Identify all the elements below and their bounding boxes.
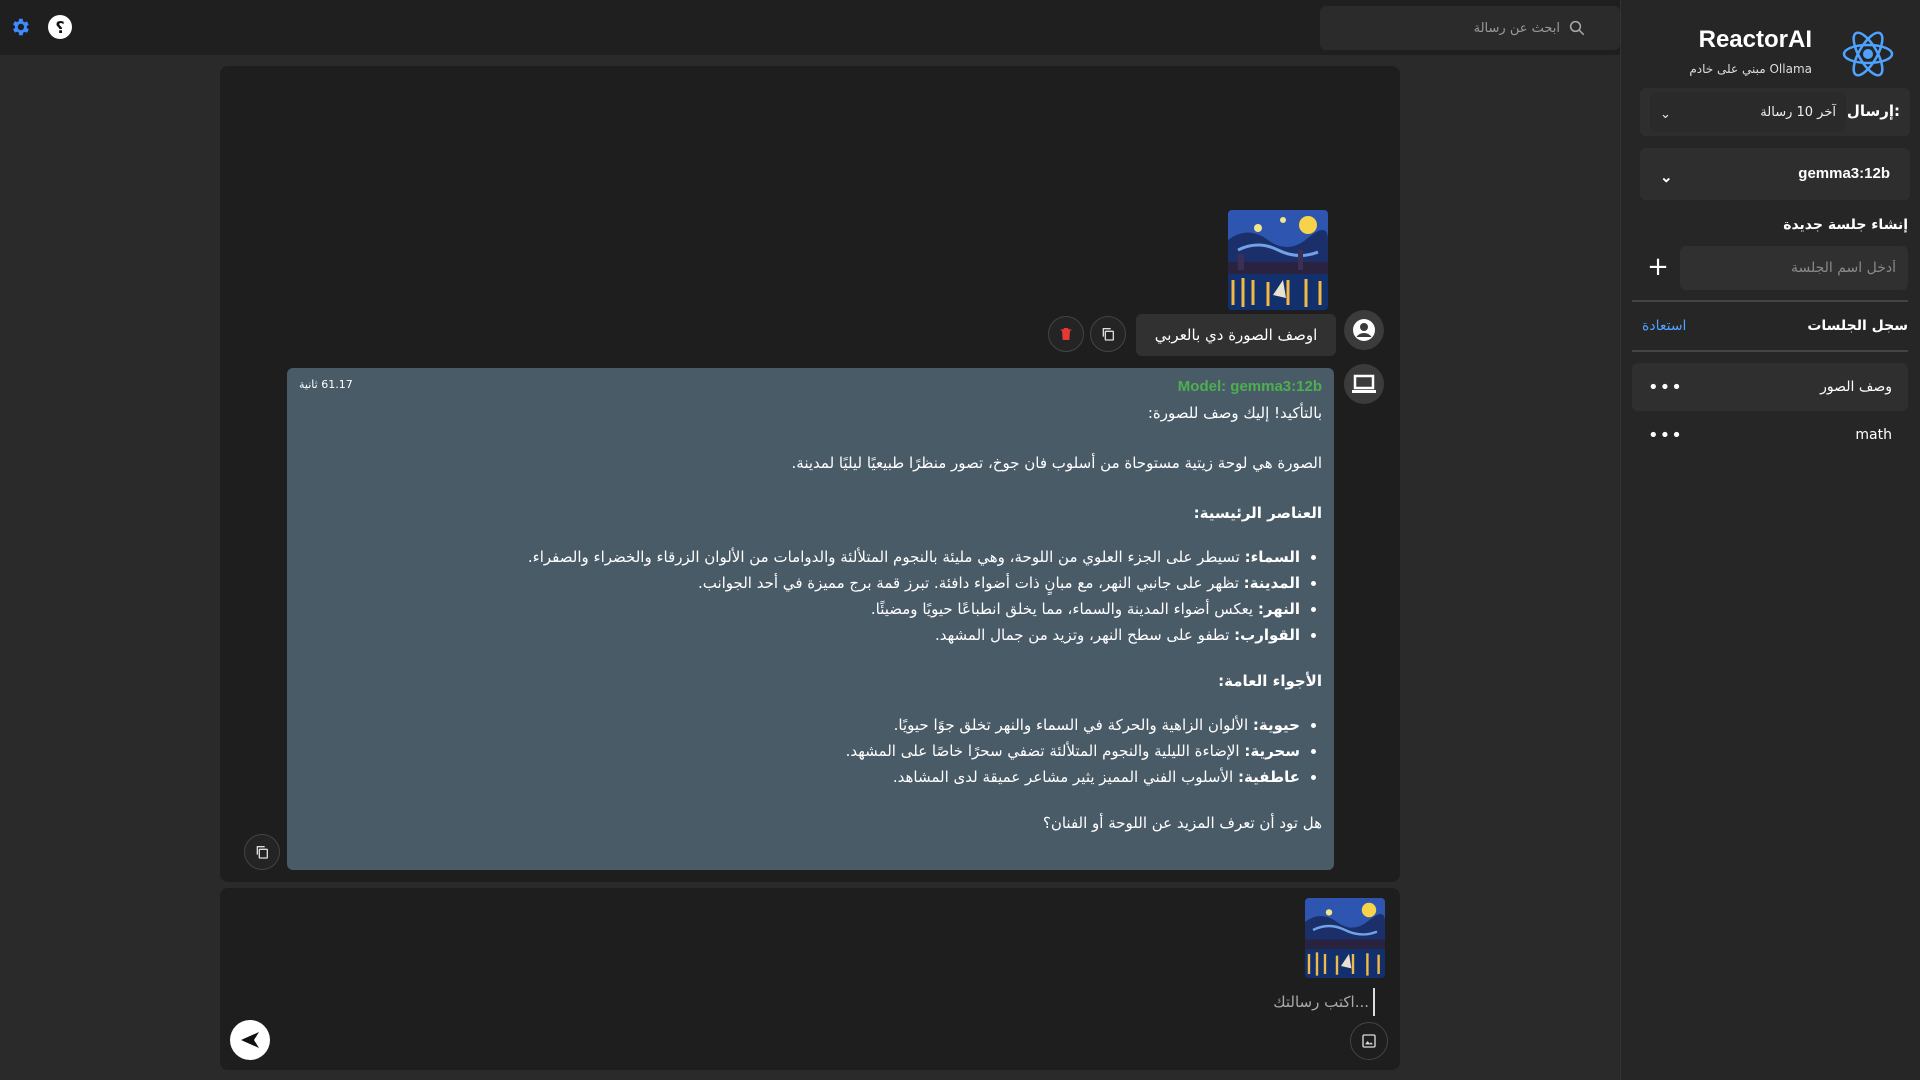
send-context-row: إرسال: ⌄ آخر 10 رسالة xyxy=(1640,88,1910,136)
starry-night-image[interactable] xyxy=(1228,210,1328,310)
top-bar: ؟ xyxy=(0,0,1620,55)
search-box[interactable] xyxy=(1320,6,1620,50)
ai-avatar xyxy=(1344,364,1384,404)
user-avatar xyxy=(1344,310,1384,350)
list-item: المدينة: تظهر على جانبي النهر، مع مبانٍ … xyxy=(299,570,1300,596)
model-label: Model: gemma3:12b xyxy=(1177,378,1322,395)
list-item: القوارب: تطفو على سطح النهر، وتزيد من جم… xyxy=(299,622,1300,648)
message-input[interactable] xyxy=(820,988,1375,1016)
list-item: النهر: يعكس أضواء المدينة والسماء، مما ي… xyxy=(299,596,1300,622)
copy-icon xyxy=(256,846,268,859)
trash-icon xyxy=(1060,328,1072,340)
chevron-down-icon: ⌄ xyxy=(1660,107,1671,122)
brand-subtitle: مبني على خادم Ollama xyxy=(1689,62,1812,76)
session-item[interactable]: ••• وصف الصور xyxy=(1632,363,1908,411)
delete-message-button[interactable] xyxy=(1048,316,1084,352)
ai-closing: هل تود أن تعرف المزيد عن اللوحة أو الفنا… xyxy=(1042,814,1322,832)
copy-icon xyxy=(1102,328,1114,341)
attach-image-button[interactable] xyxy=(1350,1022,1388,1060)
ai-message-text: بالتأكيد! إليك وصف للصورة: الصورة هي لوح… xyxy=(299,400,1322,836)
section-heading: العناصر الرئيسية: xyxy=(1193,504,1322,522)
composer xyxy=(220,888,1400,1070)
send-icon xyxy=(241,1032,259,1048)
user-message-bubble: اوصف الصورة دي بالعربي xyxy=(1136,314,1336,356)
ai-message-bubble: 61.17 ثانية Model: gemma3:12b بالتأكيد! … xyxy=(287,368,1334,870)
add-session-button[interactable]: + xyxy=(1644,254,1672,282)
copy-message-button[interactable] xyxy=(1090,316,1126,352)
new-session-title: إنشاء جلسة جديدة xyxy=(1783,217,1908,233)
session-name: math xyxy=(1855,427,1892,443)
search-icon xyxy=(1569,20,1585,36)
section-heading: الأجواء العامة: xyxy=(1218,672,1322,690)
send-button[interactable] xyxy=(230,1020,270,1060)
image-icon xyxy=(1362,1034,1376,1048)
search-input[interactable] xyxy=(1320,20,1560,36)
restore-link[interactable]: استعادة xyxy=(1642,318,1686,334)
chat-area: اوصف الصورة دي بالعربي 61.17 ثانية Model… xyxy=(220,66,1400,882)
laptop-icon xyxy=(1352,374,1376,393)
sidebar: ReactorAI مبني على خادم Ollama إرسال: ⌄ … xyxy=(1620,0,1920,1080)
brand: ReactorAI مبني على خادم Ollama xyxy=(1638,12,1898,82)
session-name: وصف الصور xyxy=(1820,379,1892,395)
atom-logo-icon xyxy=(1842,31,1894,77)
model-value: gemma3:12b xyxy=(1798,164,1890,182)
send-label: إرسال: xyxy=(1846,102,1900,120)
user-icon xyxy=(1353,319,1375,341)
help-icon[interactable]: ؟ xyxy=(48,15,72,39)
model-row: ⌄ gemma3:12b xyxy=(1640,148,1910,200)
attached-image-thumbnail[interactable] xyxy=(1305,898,1385,978)
send-context-select[interactable]: ⌄ آخر 10 رسالة xyxy=(1650,92,1846,132)
history-header: استعادة سجل الجلسات xyxy=(1632,300,1908,352)
list-item: حيوية: الألوان الزاهية والحركة في السماء… xyxy=(299,712,1300,738)
more-options-icon[interactable]: ••• xyxy=(1648,425,1683,446)
brand-title: ReactorAI xyxy=(1698,26,1812,53)
send-context-value: آخر 10 رسالة xyxy=(1760,104,1836,120)
ai-intro: بالتأكيد! إليك وصف للصورة: xyxy=(1147,404,1322,422)
history-title: سجل الجلسات xyxy=(1807,318,1908,334)
ai-summary: الصورة هي لوحة زيتية مستوحاة من أسلوب فا… xyxy=(791,454,1322,472)
section-list: السماء: تسيطر على الجزء العلوي من اللوحة… xyxy=(299,544,1322,648)
gear-icon[interactable] xyxy=(8,15,32,39)
session-name-input[interactable] xyxy=(1680,246,1908,290)
list-item: سحرية: الإضاءة الليلية والنجوم المتلألئة… xyxy=(299,738,1300,764)
more-options-icon[interactable]: ••• xyxy=(1648,377,1683,398)
list-item: السماء: تسيطر على الجزء العلوي من اللوحة… xyxy=(299,544,1300,570)
list-item: عاطفية: الأسلوب الفني المميز يثير مشاعر … xyxy=(299,764,1300,790)
session-item[interactable]: ••• math xyxy=(1632,411,1908,459)
section-list: حيوية: الألوان الزاهية والحركة في السماء… xyxy=(299,712,1322,790)
model-select[interactable]: ⌄ gemma3:12b xyxy=(1648,150,1902,196)
chevron-down-icon: ⌄ xyxy=(1660,169,1673,186)
copy-response-button[interactable] xyxy=(244,834,280,870)
response-duration: 61.17 ثانية xyxy=(299,378,353,391)
